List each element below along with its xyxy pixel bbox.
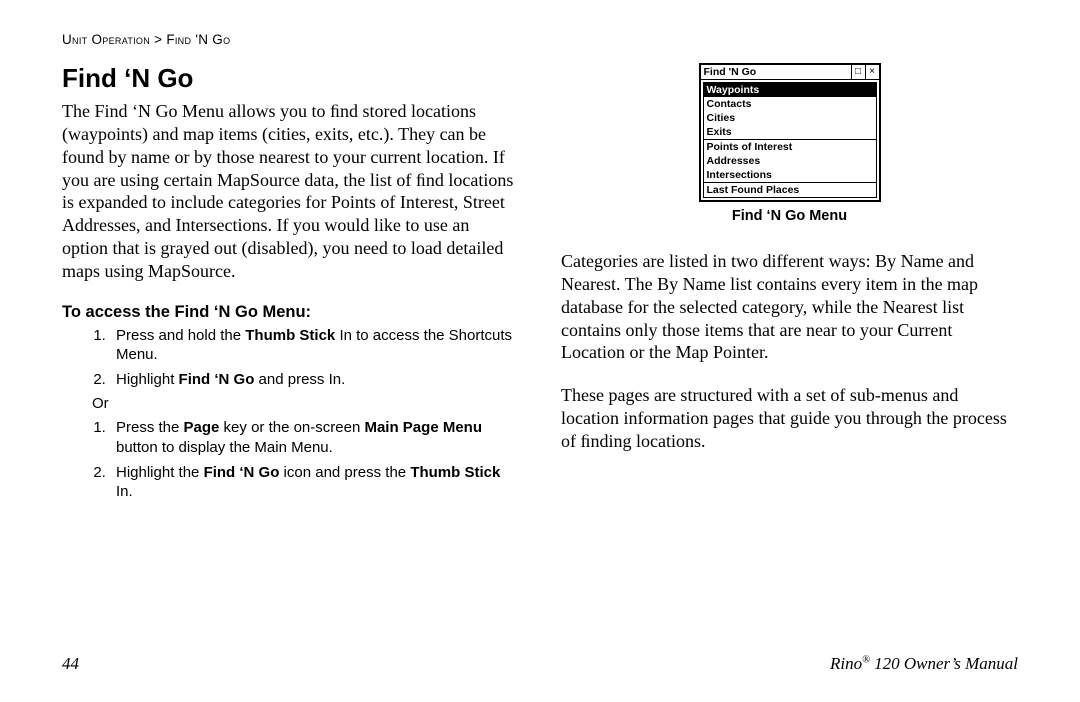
menu-item-last-found: Last Found Places bbox=[704, 183, 876, 197]
intro-paragraph: The Find ‘N Go Menu allows you to ﬁnd st… bbox=[62, 100, 519, 283]
text: 120 Owner’s Manual bbox=[870, 654, 1018, 673]
menu-item-exits: Exits bbox=[704, 125, 876, 139]
right-paragraph-2: These pages are structured with a set of… bbox=[561, 384, 1018, 453]
manual-title: Rino® 120 Owner’s Manual bbox=[830, 654, 1018, 674]
text: icon and press the bbox=[279, 464, 410, 481]
or-separator: Or bbox=[92, 395, 519, 412]
window-title: Find 'N Go bbox=[701, 66, 851, 78]
step-b2: Highlight the Find ‘N Go icon and press … bbox=[110, 463, 519, 501]
window-body: Waypoints Contacts Cities Exits Points o… bbox=[701, 80, 879, 200]
menu-item-contacts: Contacts bbox=[704, 97, 876, 111]
content-columns: Find ‘N Go The Find ‘N Go Menu allows yo… bbox=[62, 63, 1018, 646]
window-close-icon: × bbox=[865, 65, 879, 79]
text: Highlight bbox=[116, 371, 179, 388]
bold-find-n-go: Find ‘N Go bbox=[179, 371, 255, 388]
text: Rino bbox=[830, 654, 862, 673]
text: In. bbox=[116, 483, 133, 500]
text: Highlight the bbox=[116, 464, 204, 481]
step-b1: Press the Page key or the on-screen Main… bbox=[110, 418, 519, 456]
registered-icon: ® bbox=[862, 654, 870, 665]
menu-panel: Waypoints Contacts Cities Exits Points o… bbox=[703, 82, 877, 198]
bold-find-n-go: Find ‘N Go bbox=[204, 464, 280, 481]
menu-item-addresses: Addresses bbox=[704, 154, 876, 168]
find-n-go-window: Find 'N Go □ × Waypoints Contacts Cities… bbox=[699, 63, 881, 202]
manual-page: Unit Operation > Find 'N Go Find ‘N Go T… bbox=[0, 0, 1080, 702]
figure-caption: Find ‘N Go Menu bbox=[732, 208, 847, 224]
page-number: 44 bbox=[62, 654, 79, 674]
steps-list-b: Press the Page key or the on-screen Main… bbox=[62, 418, 519, 501]
screenshot-figure: Find 'N Go □ × Waypoints Contacts Cities… bbox=[561, 63, 1018, 224]
menu-item-intersections: Intersections bbox=[704, 168, 876, 182]
text: Press and hold the bbox=[116, 327, 245, 344]
text: Press the bbox=[116, 419, 184, 436]
text: and press In. bbox=[254, 371, 345, 388]
text: button to display the Main Menu. bbox=[116, 439, 333, 456]
menu-item-poi: Points of Interest bbox=[704, 140, 876, 154]
menu-item-waypoints: Waypoints bbox=[704, 83, 876, 97]
steps-list-a: Press and hold the Thumb Stick In to acc… bbox=[62, 326, 519, 390]
bold-thumb-stick: Thumb Stick bbox=[410, 464, 500, 481]
right-column: Find 'N Go □ × Waypoints Contacts Cities… bbox=[561, 63, 1018, 646]
window-minimize-icon: □ bbox=[851, 65, 865, 79]
page-footer: 44 Rino® 120 Owner’s Manual bbox=[62, 654, 1018, 674]
window-titlebar: Find 'N Go □ × bbox=[701, 65, 879, 80]
step-a2: Highlight Find ‘N Go and press In. bbox=[110, 370, 519, 389]
step-a1: Press and hold the Thumb Stick In to acc… bbox=[110, 326, 519, 364]
access-heading: To access the Find ‘N Go Menu: bbox=[62, 303, 519, 322]
page-title: Find ‘N Go bbox=[62, 63, 519, 94]
bold-page-key: Page bbox=[184, 419, 220, 436]
bold-main-page-menu: Main Page Menu bbox=[364, 419, 482, 436]
left-column: Find ‘N Go The Find ‘N Go Menu allows yo… bbox=[62, 63, 519, 646]
right-paragraph-1: Categories are listed in two different w… bbox=[561, 250, 1018, 364]
text: key or the on-screen bbox=[219, 419, 364, 436]
breadcrumb: Unit Operation > Find 'N Go bbox=[62, 32, 1018, 47]
bold-thumb-stick: Thumb Stick bbox=[245, 327, 335, 344]
menu-item-cities: Cities bbox=[704, 111, 876, 125]
